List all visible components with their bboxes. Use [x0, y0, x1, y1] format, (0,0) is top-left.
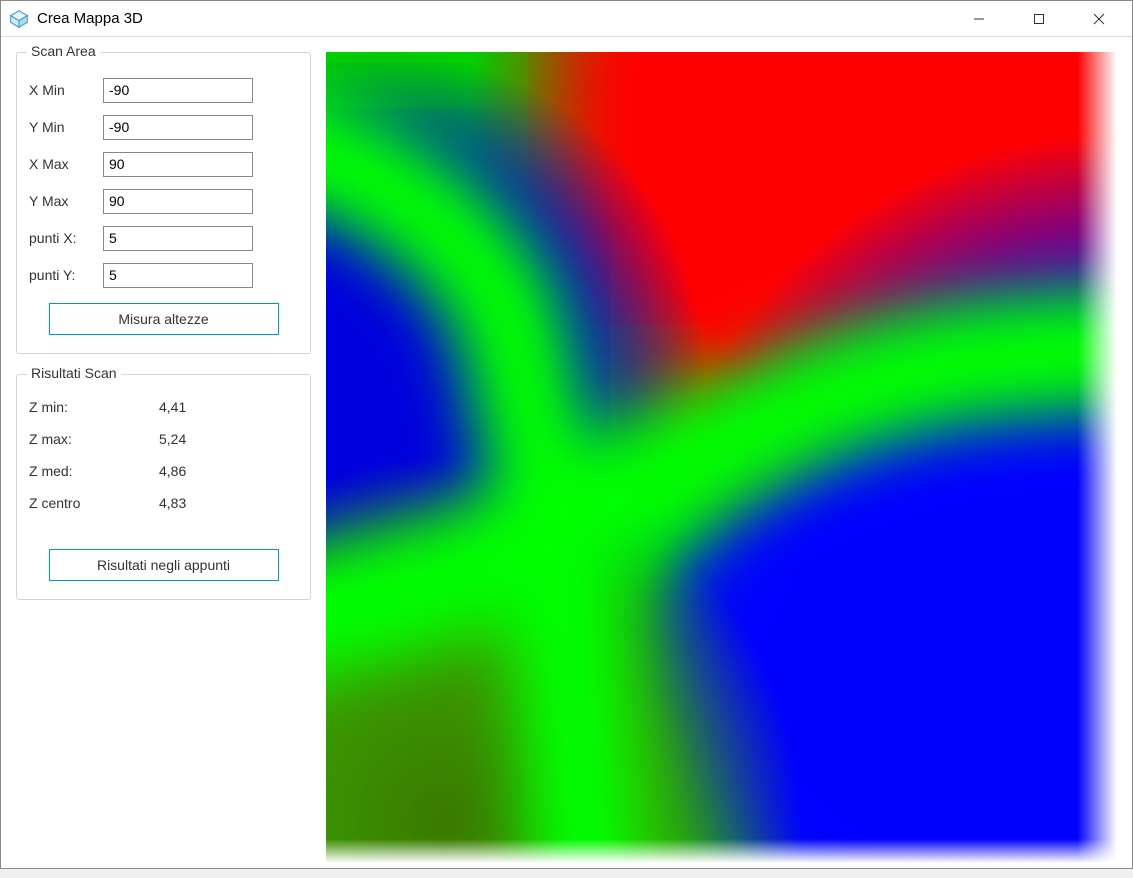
- scan-area-group: Scan Area X Min Y Min X Max Y Max: [16, 52, 311, 354]
- z-centro-row: Z centro 4,83: [29, 487, 298, 519]
- y-max-input[interactable]: [103, 189, 253, 214]
- measure-heights-button[interactable]: Misura altezze: [49, 303, 279, 335]
- x-max-row: X Max: [29, 148, 298, 180]
- left-panel: Scan Area X Min Y Min X Max Y Max: [16, 52, 311, 863]
- punti-x-label: punti X:: [29, 230, 103, 246]
- copy-results-button[interactable]: Risultati negli appunti: [49, 549, 279, 581]
- content-area: Scan Area X Min Y Min X Max Y Max: [1, 37, 1132, 878]
- z-med-label: Z med:: [29, 463, 159, 479]
- punti-y-input[interactable]: [103, 263, 253, 288]
- y-min-input[interactable]: [103, 115, 253, 140]
- z-min-value: 4,41: [159, 399, 186, 415]
- window-title: Crea Mappa 3D: [37, 10, 964, 27]
- minimize-button[interactable]: [964, 7, 994, 31]
- maximize-button[interactable]: [1024, 7, 1054, 31]
- results-group: Risultati Scan Z min: 4,41 Z max: 5,24 Z…: [16, 374, 311, 600]
- results-legend: Risultati Scan: [27, 365, 121, 381]
- punti-y-row: punti Y:: [29, 259, 298, 291]
- z-max-value: 5,24: [159, 431, 186, 447]
- z-min-row: Z min: 4,41: [29, 391, 298, 423]
- x-min-label: X Min: [29, 82, 103, 98]
- z-centro-value: 4,83: [159, 495, 186, 511]
- z-max-row: Z max: 5,24: [29, 423, 298, 455]
- x-max-input[interactable]: [103, 152, 253, 177]
- x-min-row: X Min: [29, 74, 298, 106]
- punti-x-row: punti X:: [29, 222, 298, 254]
- app-window: Crea Mappa 3D Scan Area X Min Y Mi: [0, 0, 1133, 869]
- close-button[interactable]: [1084, 7, 1114, 31]
- window-controls: [964, 7, 1124, 31]
- app-icon: [9, 9, 29, 29]
- y-max-row: Y Max: [29, 185, 298, 217]
- z-min-label: Z min:: [29, 399, 159, 415]
- titlebar: Crea Mappa 3D: [1, 1, 1132, 37]
- y-min-label: Y Min: [29, 119, 103, 135]
- scan-area-legend: Scan Area: [27, 43, 100, 59]
- punti-y-label: punti Y:: [29, 267, 103, 283]
- z-max-label: Z max:: [29, 431, 159, 447]
- y-max-label: Y Max: [29, 193, 103, 209]
- heightmap-view: [326, 52, 1117, 863]
- z-centro-label: Z centro: [29, 495, 159, 511]
- z-med-row: Z med: 4,86: [29, 455, 298, 487]
- y-min-row: Y Min: [29, 111, 298, 143]
- z-med-value: 4,86: [159, 463, 186, 479]
- punti-x-input[interactable]: [103, 226, 253, 251]
- x-min-input[interactable]: [103, 78, 253, 103]
- x-max-label: X Max: [29, 156, 103, 172]
